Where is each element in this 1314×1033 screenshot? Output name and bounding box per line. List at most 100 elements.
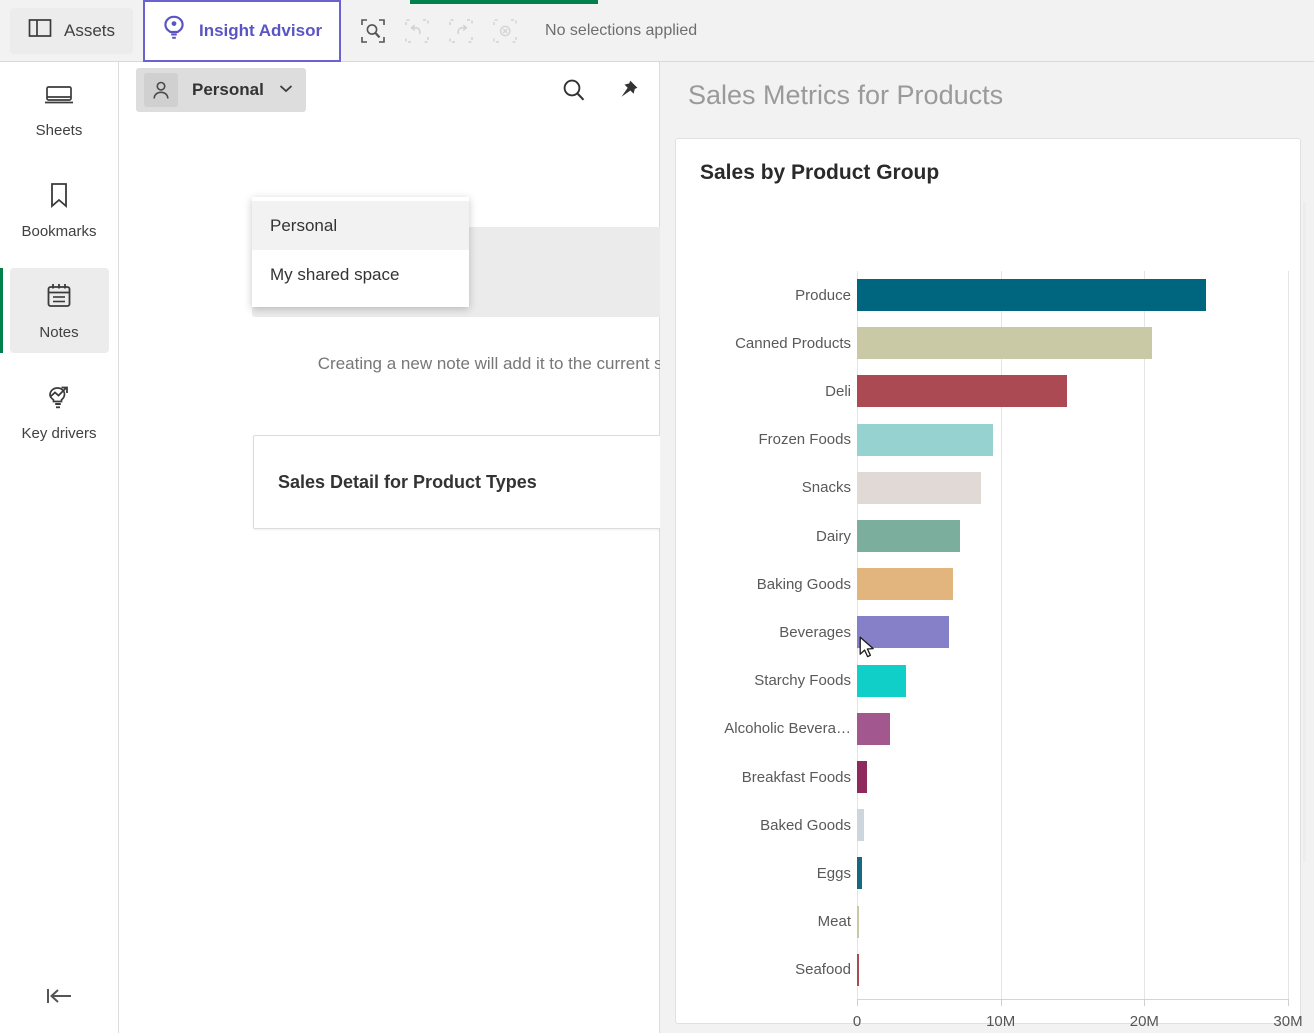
collapse-left-icon[interactable] (0, 973, 119, 1019)
chart-bar-rows: Produce Canned Products Deli Frozen Foods Sn… (676, 271, 1302, 999)
space-selector-value: Personal (192, 80, 264, 99)
chart-bar-row[interactable]: Eggs (676, 849, 1302, 897)
chart-category-label: Baked Goods (760, 816, 851, 834)
space-option-personal[interactable]: Personal (252, 201, 469, 250)
chart-x-tick (1288, 999, 1289, 1006)
qlik-sense-app: Assets Insight Advisor No selections app… (0, 0, 1314, 1033)
chart-bar[interactable] (857, 712, 891, 745)
chart-x-tick-label: 20M (1129, 1013, 1159, 1030)
sidebar-item-label: Notes (39, 324, 79, 341)
chart-bar-row[interactable]: Seafood (676, 946, 1302, 994)
chart-bar[interactable] (857, 279, 1207, 312)
chart-category-label: Breakfast Foods (741, 768, 851, 786)
notes-panel-header: Personal (120, 62, 659, 118)
chart-bar[interactable] (857, 616, 949, 649)
chart-bar-track (857, 271, 1302, 319)
chart-bar-track (857, 657, 1302, 705)
chart-bar-track (857, 946, 1302, 994)
chart-bar-track (857, 801, 1302, 849)
chart-bar[interactable] (857, 905, 859, 938)
key-drivers-icon (44, 383, 74, 416)
chart-bar[interactable] (857, 327, 1152, 360)
chart-bar[interactable] (857, 471, 981, 504)
chart-bar[interactable] (857, 809, 865, 842)
left-navigation-rail: Sheets Bookmarks Notes Key drivers (0, 62, 119, 1033)
chart-bar-row[interactable]: Canned Products (676, 319, 1302, 367)
person-icon (144, 73, 178, 107)
progress-accent-bar (410, 0, 598, 4)
chart-bar-row[interactable]: Meat (676, 898, 1302, 946)
chart-category-label: Eggs (816, 864, 851, 882)
chart-bar[interactable] (857, 520, 961, 553)
redo-icon[interactable] (443, 14, 479, 48)
chart-bar-row[interactable]: Produce (676, 271, 1302, 319)
chart-bar-row[interactable]: Frozen Foods (676, 416, 1302, 464)
chart-card[interactable]: Sales by Product Group Produce Canned Pro… (675, 138, 1303, 1030)
chart-x-tick (1000, 999, 1002, 1006)
space-option-my-shared-space[interactable]: My shared space (252, 250, 469, 299)
undo-icon[interactable] (399, 14, 435, 48)
sidebar-item-sheets[interactable]: Sheets (10, 62, 109, 151)
assets-button-label: Assets (64, 20, 116, 40)
chart-bar-track (857, 705, 1302, 753)
chart-x-tick-label: 30M (1273, 1013, 1303, 1030)
chart-bar-row[interactable]: Alcoholic Bevera… (676, 705, 1302, 753)
insight-advisor-tab-label: Insight Advisor (198, 20, 323, 40)
chart-x-tick-label: 10M (986, 1013, 1016, 1030)
notes-calendar-icon (46, 282, 72, 315)
space-option-label: My shared space (270, 264, 400, 284)
chart-bar-row[interactable]: Beverages (676, 608, 1302, 656)
chart-bar-track (857, 608, 1302, 656)
sidebar-item-key-drivers[interactable]: Key drivers (10, 369, 109, 454)
lightbulb-eye-icon (162, 15, 186, 46)
assets-button[interactable]: Assets (10, 7, 134, 54)
chart-bar-row[interactable]: Baked Goods (676, 801, 1302, 849)
sidebar-item-bookmarks[interactable]: Bookmarks (10, 167, 109, 252)
chart-bar-row[interactable]: Deli (676, 367, 1302, 415)
content-scrollbar[interactable] (1303, 202, 1306, 862)
chart-bar[interactable] (857, 953, 859, 986)
sidebar-item-notes[interactable]: Notes (0, 268, 109, 353)
chart-category-label: Meat (817, 913, 851, 931)
chart-bar-track (857, 416, 1302, 464)
chart-bar[interactable] (857, 761, 868, 794)
insight-advisor-tab[interactable]: Insight Advisor (143, 0, 342, 62)
space-dropdown-menu: Personal My shared space (252, 197, 469, 307)
chart-bar-track (857, 560, 1302, 608)
chart-bar-track (857, 753, 1302, 801)
sheets-icon (44, 82, 74, 113)
pin-icon[interactable] (613, 75, 643, 105)
clear-selections-icon[interactable] (487, 14, 523, 48)
chart-bar[interactable] (857, 375, 1067, 408)
chart-category-label: Produce (795, 286, 851, 304)
chart-category-label: Canned Products (735, 334, 851, 352)
insight-advisor-content: Sales Metrics for Products Sales by Prod… (660, 62, 1314, 1033)
chart-bar[interactable] (857, 423, 994, 456)
bar-chart-plot: Produce Canned Products Deli Frozen Foods Sn… (676, 271, 1303, 1030)
page-title: Sales Metrics for Products (688, 80, 1004, 110)
chart-x-tick-label: 0 (852, 1013, 862, 1030)
selection-toolbar: No selections applied (355, 14, 697, 48)
chart-bar[interactable] (857, 857, 863, 890)
chart-category-label: Starchy Foods (754, 672, 851, 690)
chart-category-label: Frozen Foods (758, 431, 851, 449)
selection-search-icon[interactable] (355, 14, 391, 48)
chart-bar-row[interactable]: Starchy Foods (676, 657, 1302, 705)
chart-bar-track (857, 319, 1302, 367)
chart-category-label: Alcoholic Bevera… (724, 720, 851, 738)
chart-category-label: Dairy (815, 527, 851, 545)
chart-bar-row[interactable]: Baking Goods (676, 560, 1302, 608)
search-icon[interactable] (559, 75, 589, 105)
space-selector[interactable]: Personal (136, 68, 306, 112)
chart-category-label: Baking Goods (756, 575, 851, 593)
chart-bar-row[interactable]: Dairy (676, 512, 1302, 560)
chart-x-axis-line (857, 999, 1288, 1000)
notes-panel-actions (559, 75, 643, 105)
chart-bar-row[interactable]: Breakfast Foods (676, 753, 1302, 801)
chevron-down-icon (278, 81, 294, 99)
chart-bar[interactable] (857, 568, 954, 601)
chart-title: Sales by Product Group (700, 161, 940, 184)
chart-bar-row[interactable]: Snacks (676, 464, 1302, 512)
chart-bar[interactable] (857, 664, 906, 697)
chart-bar-track (857, 464, 1302, 512)
